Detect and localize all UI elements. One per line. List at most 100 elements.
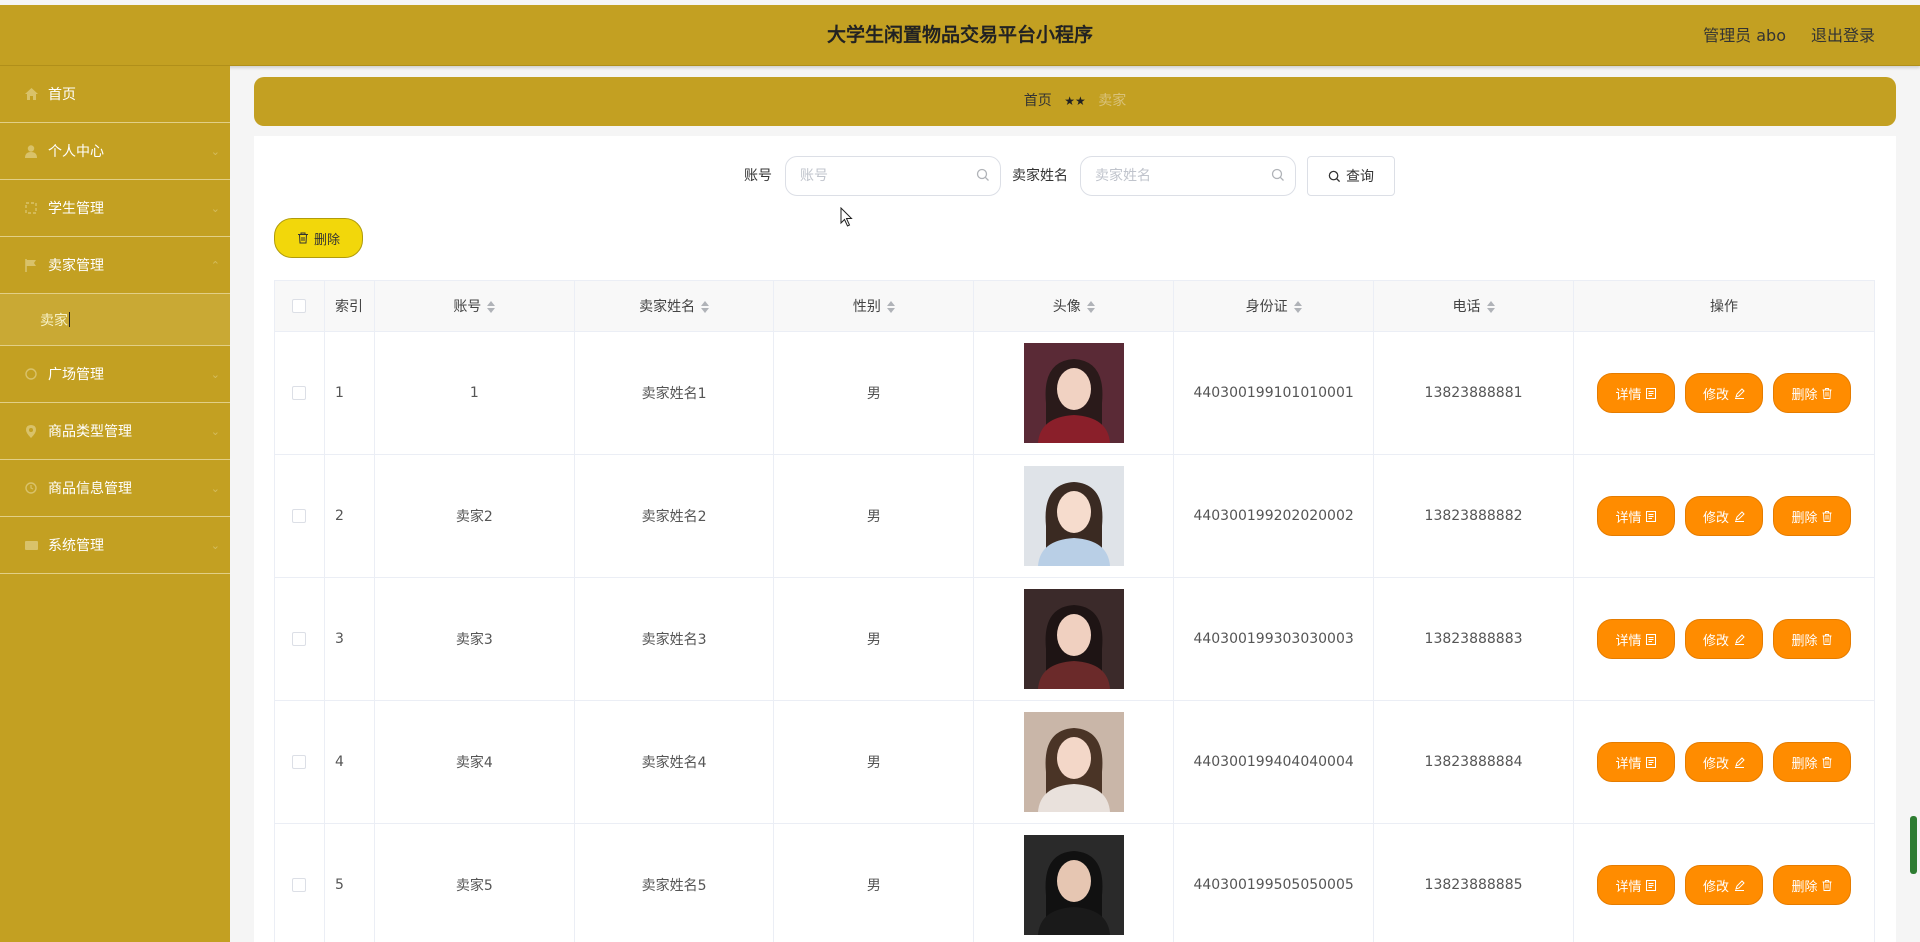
column-header-id-card[interactable]: 身份证 [1173, 280, 1375, 332]
edit-icon [1734, 387, 1745, 399]
column-header-account[interactable]: 账号 [373, 280, 575, 332]
row-select-cell[interactable] [274, 331, 325, 455]
avatar-image[interactable] [1023, 466, 1124, 566]
row-checkbox[interactable] [292, 386, 307, 400]
edit-button[interactable]: 修改 [1684, 619, 1763, 659]
sidebar-item-goods-info[interactable]: 商品信息管理 ⌄ [0, 460, 230, 517]
sidebar-item-sellers[interactable]: 卖家管理 ⌃ [0, 237, 230, 294]
cell-avatar [973, 454, 1175, 578]
cell-account: 卖家3 [373, 577, 575, 701]
scrollbar-thumb[interactable] [1910, 816, 1917, 874]
sidebar-item-home[interactable]: 首页 [0, 66, 230, 123]
logout-link[interactable]: 退出登录 [1811, 5, 1875, 66]
table-row: 3 卖家3 卖家姓名3 男 440300199303030003 1382388… [274, 577, 1876, 701]
account-search-input[interactable] [785, 156, 1001, 196]
sort-icon[interactable] [487, 301, 496, 313]
trash-icon [1822, 633, 1832, 645]
detail-button[interactable]: 详情 [1596, 865, 1675, 905]
sidebar-item-label: 首页 [48, 87, 76, 103]
sort-icon[interactable] [886, 301, 895, 313]
detail-button[interactable]: 详情 [1596, 373, 1675, 413]
edit-button[interactable]: 修改 [1684, 742, 1763, 782]
document-icon [1646, 879, 1657, 891]
delete-button[interactable]: 删除 [1772, 742, 1851, 782]
sort-icon[interactable] [701, 301, 710, 313]
student-icon [24, 201, 38, 215]
avatar-image[interactable] [1023, 712, 1124, 812]
row-checkbox[interactable] [292, 509, 307, 523]
sidebar-item-system[interactable]: 系统管理 ⌄ [0, 517, 230, 574]
detail-button[interactable]: 详情 [1596, 742, 1675, 782]
edit-icon [1734, 633, 1745, 645]
row-checkbox[interactable] [292, 632, 307, 646]
document-icon [1646, 633, 1657, 645]
sidebar-item-students[interactable]: 学生管理 ⌄ [0, 180, 230, 237]
edit-button-label: 修改 [1702, 387, 1729, 403]
seller-name-search-input[interactable] [1080, 156, 1296, 196]
cell-avatar [973, 700, 1175, 824]
row-select-cell[interactable] [274, 700, 325, 824]
trash-icon [297, 232, 308, 244]
table-body: 1 1 卖家姓名1 男 440300199101010001 138238888… [274, 331, 1876, 942]
detail-button[interactable]: 详情 [1596, 496, 1675, 536]
trash-icon [1822, 510, 1832, 522]
detail-button-label: 详情 [1615, 387, 1642, 403]
edit-button[interactable]: 修改 [1684, 496, 1763, 536]
column-header-label: 性别 [852, 299, 881, 315]
avatar-image[interactable] [1023, 343, 1124, 443]
chevron-down-icon: ⌄ [210, 539, 220, 552]
breadcrumb-current: 卖家 [1098, 93, 1127, 109]
column-header-gender[interactable]: 性别 [773, 280, 975, 332]
batch-delete-button[interactable]: 删除 [274, 218, 363, 258]
sidebar-item-profile[interactable]: 个人中心 ⌄ [0, 123, 230, 180]
row-checkbox[interactable] [292, 755, 307, 769]
avatar-image[interactable] [1023, 835, 1124, 935]
breadcrumb: 首页 ★★ 卖家 [254, 77, 1896, 126]
column-header-name[interactable]: 卖家姓名 [573, 280, 775, 332]
sidebar-item-square[interactable]: 广场管理 ⌄ [0, 346, 230, 403]
delete-button[interactable]: 删除 [1772, 496, 1851, 536]
table-row: 5 卖家5 卖家姓名5 男 440300199505050005 1382388… [274, 823, 1876, 942]
top-header: 大学生闲置物品交易平台小程序 管理员 abo 退出登录 [0, 5, 1920, 66]
row-select-cell[interactable] [274, 823, 325, 942]
cell-index: 4 [323, 700, 375, 824]
edit-button-label: 修改 [1702, 879, 1729, 895]
column-header-phone[interactable]: 电话 [1373, 280, 1574, 332]
sidebar-subitem-seller[interactable]: 卖家 [0, 294, 230, 346]
delete-button[interactable]: 删除 [1772, 619, 1851, 659]
column-header-avatar[interactable]: 头像 [973, 280, 1175, 332]
sidebar-item-label: 学生管理 [48, 201, 104, 217]
query-button[interactable]: 查询 [1307, 156, 1395, 196]
chevron-up-icon: ⌃ [210, 259, 220, 272]
cell-seller-name: 卖家姓名5 [573, 823, 775, 942]
detail-button[interactable]: 详情 [1596, 619, 1675, 659]
sort-icon[interactable] [1293, 301, 1302, 313]
account-label: 账号 [744, 168, 772, 184]
select-all-cell[interactable] [274, 280, 325, 332]
sort-icon[interactable] [1486, 301, 1495, 313]
cell-actions: 详情 修改 删除 [1572, 331, 1876, 455]
edit-button[interactable]: 修改 [1684, 373, 1763, 413]
edit-button-label: 修改 [1702, 633, 1729, 649]
delete-button[interactable]: 删除 [1772, 865, 1851, 905]
cell-id-card: 440300199202020002 [1173, 454, 1375, 578]
edit-button[interactable]: 修改 [1684, 865, 1763, 905]
select-all-checkbox[interactable] [292, 299, 307, 313]
delete-button[interactable]: 删除 [1772, 373, 1851, 413]
cell-gender: 男 [773, 331, 975, 455]
search-icon [976, 168, 989, 181]
cell-id-card: 440300199505050005 [1173, 823, 1375, 942]
cell-seller-name: 卖家姓名3 [573, 577, 775, 701]
mouse-cursor-icon [840, 207, 853, 227]
breadcrumb-home[interactable]: 首页 [1024, 93, 1052, 109]
row-select-cell[interactable] [274, 577, 325, 701]
column-header-label: 卖家姓名 [639, 299, 696, 315]
avatar-image[interactable] [1023, 589, 1124, 689]
sidebar-item-goods-type[interactable]: 商品类型管理 ⌄ [0, 403, 230, 460]
cell-actions: 详情 修改 删除 [1572, 454, 1876, 578]
column-header-label: 电话 [1452, 299, 1481, 315]
row-checkbox[interactable] [292, 878, 307, 892]
row-select-cell[interactable] [274, 454, 325, 578]
table-header-row: 索引 账号 卖家姓名 性别 头像 身份证 电话 操作 [274, 280, 1876, 332]
sort-icon[interactable] [1086, 301, 1095, 313]
